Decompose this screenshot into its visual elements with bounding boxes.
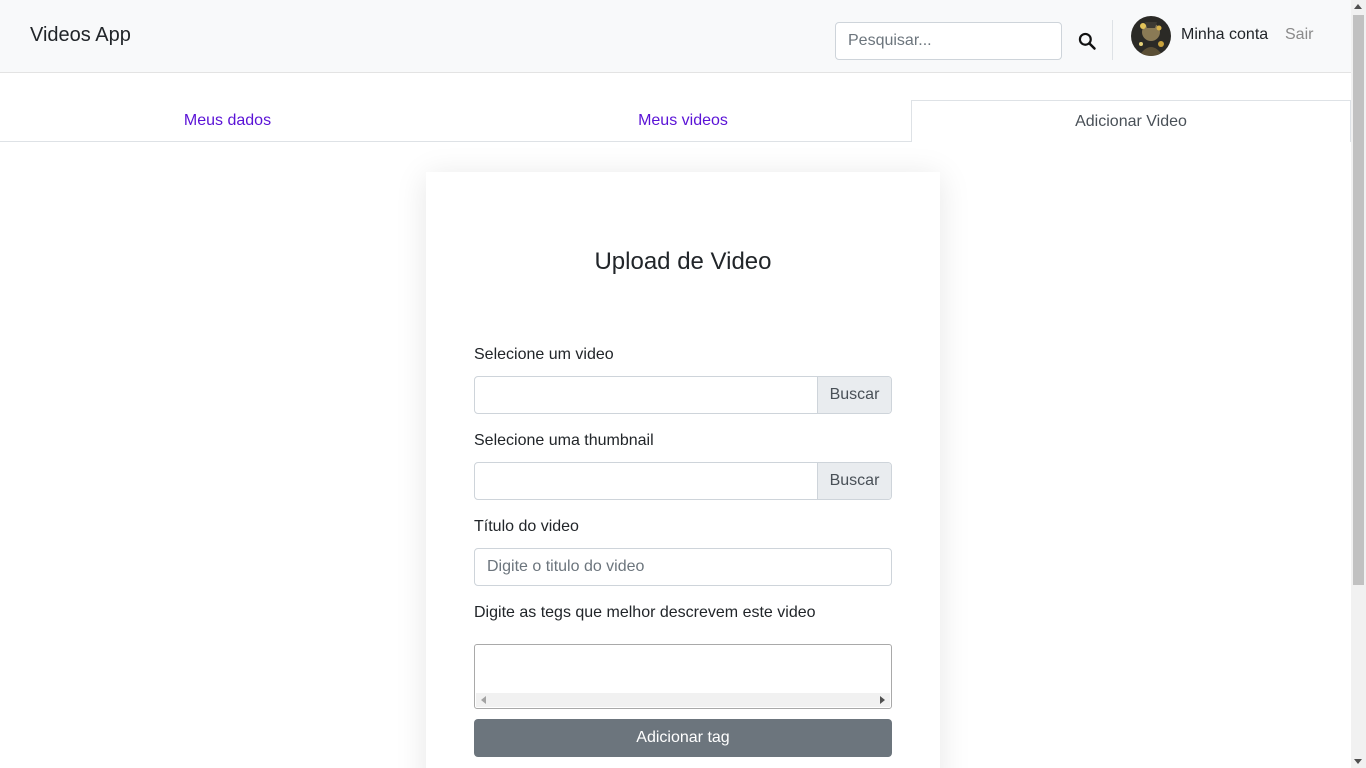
brand-logo[interactable]: Videos App <box>30 24 131 47</box>
scroll-right-icon[interactable] <box>880 696 885 704</box>
video-browse-button[interactable]: Buscar <box>817 377 891 413</box>
avatar[interactable] <box>1131 16 1171 56</box>
upload-card: Upload de Video Selecione um video Busca… <box>426 172 940 768</box>
video-file-input[interactable]: Buscar <box>474 376 892 414</box>
scroll-left-icon[interactable] <box>481 696 486 704</box>
scrollbar-thumb[interactable] <box>1353 15 1364 585</box>
profile-tabs: Meus dados Meus videos Adicionar Video <box>0 100 1351 142</box>
thumbnail-file-label: Selecione uma thumbnail <box>474 432 654 449</box>
video-title-label: Título do video <box>474 518 579 535</box>
tags-horizontal-scrollbar[interactable] <box>476 693 890 707</box>
page-title: Upload de Video <box>594 248 772 275</box>
search-icon <box>1078 32 1096 50</box>
top-navbar: Videos App Minha conta Sair <box>0 0 1351 73</box>
logout-link[interactable]: Sair <box>1285 26 1313 44</box>
search-input[interactable] <box>835 22 1062 60</box>
scroll-up-icon[interactable] <box>1354 4 1362 9</box>
thumbnail-file-input[interactable]: Buscar <box>474 462 892 500</box>
tab-meus-videos[interactable]: Meus videos <box>455 100 911 142</box>
tab-meus-dados[interactable]: Meus dados <box>0 100 455 142</box>
nav-divider <box>1112 20 1113 60</box>
page-scrollbar[interactable] <box>1351 0 1366 768</box>
video-title-input[interactable] <box>474 548 892 586</box>
tags-label: Digite as tegs que melhor descrevem este… <box>474 604 816 621</box>
scroll-down-icon[interactable] <box>1354 759 1362 764</box>
search-button[interactable] <box>1072 26 1102 56</box>
add-tag-button[interactable]: Adicionar tag <box>474 719 892 757</box>
video-file-label: Selecione um video <box>474 346 614 363</box>
tags-textarea[interactable] <box>474 644 892 709</box>
tab-adicionar-video[interactable]: Adicionar Video <box>911 100 1351 142</box>
thumbnail-browse-button[interactable]: Buscar <box>817 463 891 499</box>
account-link[interactable]: Minha conta <box>1181 26 1268 44</box>
